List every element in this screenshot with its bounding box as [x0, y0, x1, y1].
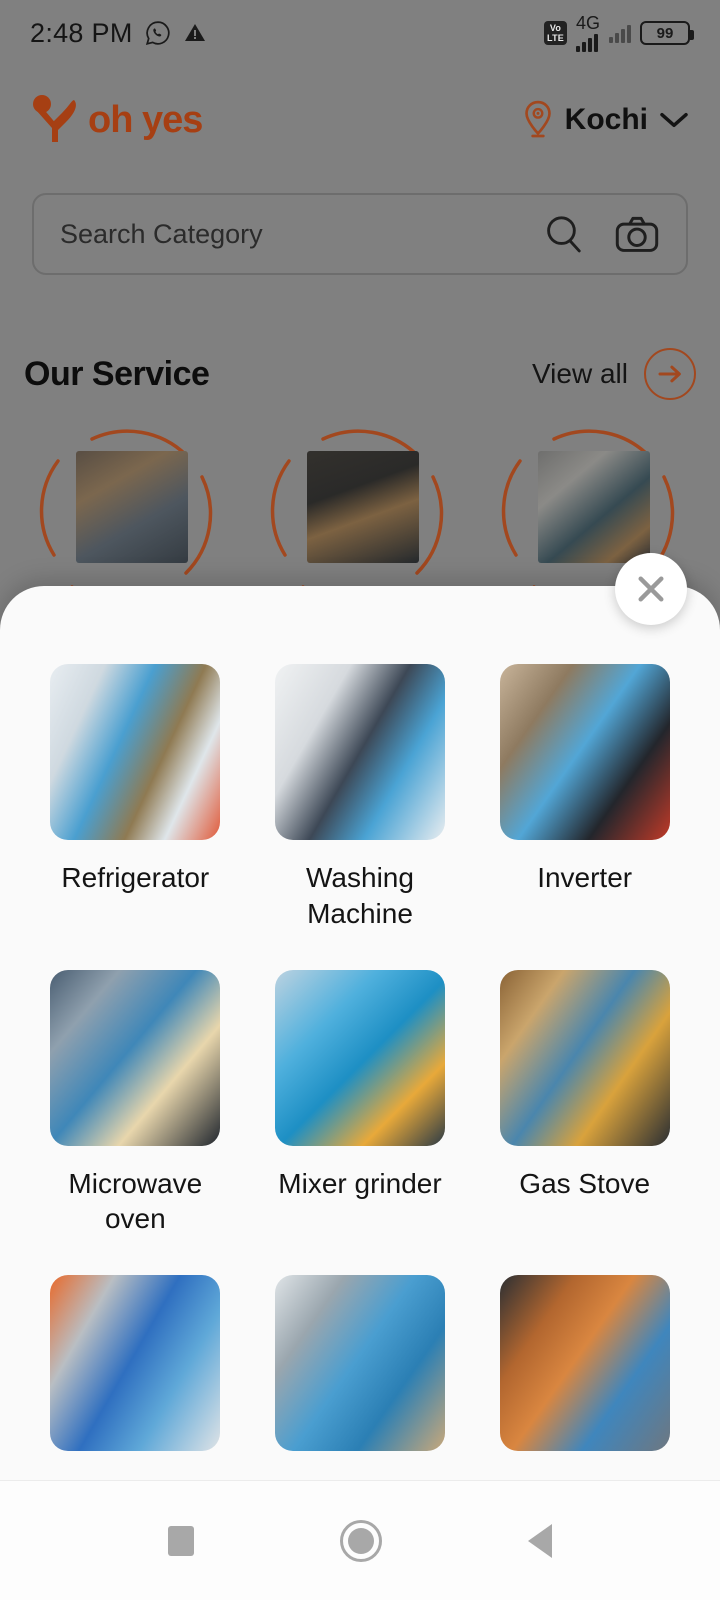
- battery-icon: 99: [640, 21, 694, 45]
- status-bar: 2:48 PM Vo LTE 4G 99: [0, 0, 720, 66]
- category-item-refrigerator[interactable]: Refrigerator: [34, 664, 237, 932]
- category-label: Washing Machine: [306, 862, 414, 929]
- chevron-down-icon: [660, 112, 688, 128]
- category-item-microwave-oven[interactable]: Microwave oven: [34, 969, 237, 1238]
- search-bar-icons: [542, 212, 660, 256]
- category-item-water-purifier[interactable]: [259, 1275, 462, 1471]
- close-modal-button[interactable]: [615, 553, 687, 625]
- search-icon[interactable]: [542, 212, 586, 256]
- whatsapp-icon: [145, 21, 170, 46]
- category-label: Microwave oven: [68, 1167, 203, 1235]
- service-photo: [306, 451, 419, 563]
- arrow-right-icon[interactable]: [644, 348, 696, 400]
- location-pin-icon: [524, 100, 551, 138]
- service-photo: [537, 451, 650, 563]
- volte-icon: Vo LTE: [544, 21, 567, 45]
- view-all-button[interactable]: View all: [532, 348, 696, 400]
- android-nav-bar: [0, 1480, 720, 1600]
- chimney-repair-photo: [499, 1275, 670, 1452]
- service-circle-item[interactable]: [34, 425, 224, 605]
- category-label: Inverter: [537, 862, 633, 893]
- microwave-oven-repair-photo: [50, 969, 221, 1146]
- category-label: Gas Stove: [519, 1167, 651, 1199]
- oh-yes-logo-icon: [33, 95, 76, 142]
- status-time: 2:48 PM: [30, 17, 133, 48]
- view-all-label: View all: [532, 358, 628, 389]
- inverter-repair-photo: [499, 664, 670, 840]
- mixer-grinder-repair-photo: [274, 969, 445, 1146]
- category-item-inverter[interactable]: Inverter: [483, 664, 686, 932]
- back-triangle-icon[interactable]: [528, 1523, 552, 1558]
- service-circle-item[interactable]: [265, 425, 455, 605]
- section-title: Our Service: [24, 354, 210, 393]
- network-indicator: 4G: [575, 14, 600, 52]
- app-header: oh yes Kochi: [0, 85, 720, 155]
- refrigerator-repair-photo: [50, 664, 221, 840]
- warning-triangle-icon: [184, 24, 205, 41]
- category-grid: Refrigerator Washing Machine Inverter Mi…: [0, 586, 720, 1471]
- close-x-icon: [638, 576, 664, 602]
- category-label: Mixer grinder: [278, 1167, 442, 1199]
- signal-bars-icon: [575, 32, 598, 52]
- water-purifier-repair-photo: [274, 1275, 445, 1452]
- gas-stove-repair-photo: [499, 969, 670, 1146]
- category-label: Refrigerator: [61, 862, 210, 893]
- location-selector[interactable]: Kochi: [521, 100, 690, 140]
- water-heater-repair-photo: [50, 1275, 221, 1452]
- our-service-list: [0, 425, 720, 605]
- category-item-water-heater[interactable]: [34, 1275, 237, 1471]
- category-item-chimney[interactable]: [483, 1275, 686, 1471]
- category-item-washing-machine[interactable]: Washing Machine: [259, 664, 462, 932]
- washing-machine-repair-photo: [274, 664, 445, 840]
- category-bottom-sheet: Refrigerator Washing Machine Inverter Mi…: [0, 586, 720, 1480]
- category-item-mixer-grinder[interactable]: Mixer grinder: [259, 969, 462, 1238]
- signal-bars-secondary-icon: [609, 23, 631, 43]
- phone-screen: 2:48 PM Vo LTE 4G 99 oh yes Kochi Search…: [0, 0, 720, 1600]
- brand-name: oh yes: [88, 98, 203, 141]
- status-bar-left: 2:48 PM: [30, 18, 207, 49]
- our-service-header: Our Service View all: [24, 348, 696, 400]
- search-input[interactable]: [60, 218, 542, 250]
- brand-logo[interactable]: oh yes: [30, 92, 203, 148]
- location-name: Kochi: [564, 103, 648, 136]
- service-photo: [76, 451, 189, 563]
- search-bar[interactable]: [32, 193, 688, 275]
- recents-square-icon[interactable]: [168, 1525, 194, 1556]
- category-item-gas-stove[interactable]: Gas Stove: [483, 969, 686, 1238]
- home-circle-icon[interactable]: [340, 1519, 382, 1562]
- camera-icon[interactable]: [614, 214, 660, 254]
- status-bar-right: Vo LTE 4G 99: [544, 14, 694, 52]
